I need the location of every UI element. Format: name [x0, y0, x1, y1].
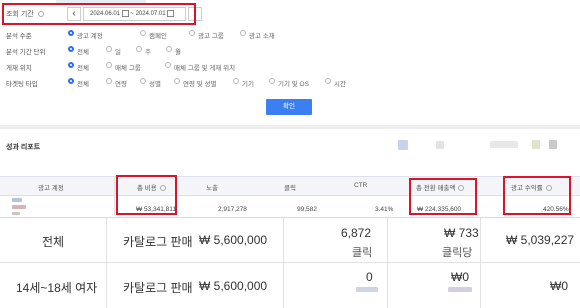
placement-radio-0[interactable]: [68, 62, 74, 68]
period-unit-radio-1[interactable]: [106, 46, 112, 52]
analysis-level-radio-1[interactable]: [140, 30, 146, 36]
overlay-row2-type: 카탈로그 판매: [123, 281, 193, 295]
targeting-radio-0[interactable]: [68, 78, 74, 84]
targeting-option-0: 전체: [77, 81, 89, 88]
period-unit-radio-2[interactable]: [136, 46, 142, 52]
placement-option-1: 매체 그룹: [115, 65, 141, 72]
analysis-level-radio-2[interactable]: [189, 30, 195, 36]
blurred-chip: [549, 140, 557, 149]
row-ctr: 3.41%: [375, 206, 394, 213]
roas-highlight-box: [503, 176, 571, 215]
period-unit-option-1: 일: [115, 49, 121, 56]
blurred-account-name: [12, 205, 26, 209]
targeting-radio-3[interactable]: [174, 78, 180, 84]
overlay-row1-clicks: 6,872: [341, 226, 372, 240]
targeting-option-4: 기기: [242, 81, 254, 88]
analysis-level-option-2: 광고 그룹: [198, 33, 224, 40]
period-unit-option-3: 월: [175, 49, 181, 56]
analysis-level-option-0: 광고 계정: [77, 33, 103, 40]
analysis-level-label: 분석 수준: [6, 33, 32, 40]
overlay-col-divider: [283, 218, 284, 308]
overlay-row1-clicks-unit: 클릭: [352, 247, 373, 259]
blurred-chip: [436, 141, 444, 149]
cost-highlight-box: [116, 175, 177, 215]
targeting-radio-4[interactable]: [233, 78, 239, 84]
period-unit-radio-0[interactable]: [68, 46, 74, 52]
overlay-row2-budget: ₩ 5,600,000: [199, 279, 268, 293]
placement-label: 게재 위치: [6, 65, 32, 72]
targeting-label: 타겟팅 타입: [6, 81, 38, 88]
targeting-radio-2[interactable]: [140, 78, 146, 84]
placement-radio-1[interactable]: [106, 62, 112, 68]
targeting-option-5: 기기 및 OS: [278, 81, 309, 88]
period-unit-radio-3[interactable]: [166, 46, 172, 52]
analysis-level-radio-0[interactable]: [68, 30, 74, 36]
col-impressions: 노출: [206, 185, 218, 192]
confirm-button[interactable]: 확인: [266, 99, 312, 115]
overlay-col-divider: [480, 218, 481, 308]
overlay-row2-name: 14세~18세 여자: [16, 281, 98, 295]
targeting-radio-5[interactable]: [269, 78, 275, 84]
col-clicks: 클릭: [284, 185, 296, 192]
analysis-level-option-3: 광고 소재: [249, 33, 275, 40]
placement-option-0: 전체: [77, 65, 89, 72]
blurred-value: [448, 287, 472, 292]
overlay-col-divider: [106, 218, 107, 308]
overlay-row-divider: [0, 262, 580, 263]
blurred-account-name: [12, 198, 22, 202]
placement-radio-2[interactable]: [165, 62, 171, 68]
overlay-row1-budget: ₩ 5,600,000: [199, 233, 268, 247]
overlay-row1-type: 카탈로그 판매: [123, 235, 193, 249]
blurred-chip: [490, 141, 518, 148]
blurred-account-name: [12, 212, 20, 215]
targeting-option-2: 성별: [149, 81, 161, 88]
col-ctr: CTR: [354, 182, 368, 189]
period-unit-option-2: 주: [145, 49, 151, 56]
analysis-level-option-1: 캠페인: [149, 33, 167, 40]
overlay-row1-name: 전체: [42, 235, 65, 249]
period-highlight-box: [2, 3, 196, 25]
overlay-row1-cpc: ₩ 733: [444, 226, 479, 240]
targeting-radio-1[interactable]: [106, 78, 112, 84]
analysis-level-radio-3[interactable]: [240, 30, 246, 36]
overlay-row1-cpc-unit: 클릭당: [442, 247, 473, 259]
row-impressions: 2,917,278: [218, 206, 247, 213]
overlay-col-divider: [387, 218, 388, 308]
header-divider: [114, 176, 115, 215]
targeting-radio-6[interactable]: [325, 78, 331, 84]
overlay-row2-spend: ₩0: [550, 279, 568, 293]
blurred-chip: [532, 140, 540, 149]
col-account: 광고 계정: [38, 185, 64, 192]
targeting-option-6: 시간: [334, 81, 346, 88]
section-divider: [0, 125, 580, 129]
period-unit-option-0: 전체: [77, 49, 89, 56]
overlay-row2-cpc: ₩0: [451, 270, 469, 284]
row-clicks: 99,582: [297, 206, 317, 213]
blurred-value: [356, 287, 378, 292]
overlay-top-border: [0, 217, 580, 218]
targeting-option-1: 연령: [115, 81, 127, 88]
revenue-highlight-box: [409, 178, 477, 215]
period-unit-label: 분석 기간 단위: [6, 49, 46, 56]
blurred-chip: [398, 140, 408, 150]
placement-option-2: 매체 그룹 및 게재 위치: [174, 65, 236, 72]
overlay-row2-clicks: 0: [366, 270, 373, 284]
report-title: 성과 리포트: [6, 144, 41, 151]
overlay-row1-spend: ₩ 5,039,227: [506, 233, 575, 247]
targeting-option-3: 연령 및 성별: [183, 81, 217, 88]
